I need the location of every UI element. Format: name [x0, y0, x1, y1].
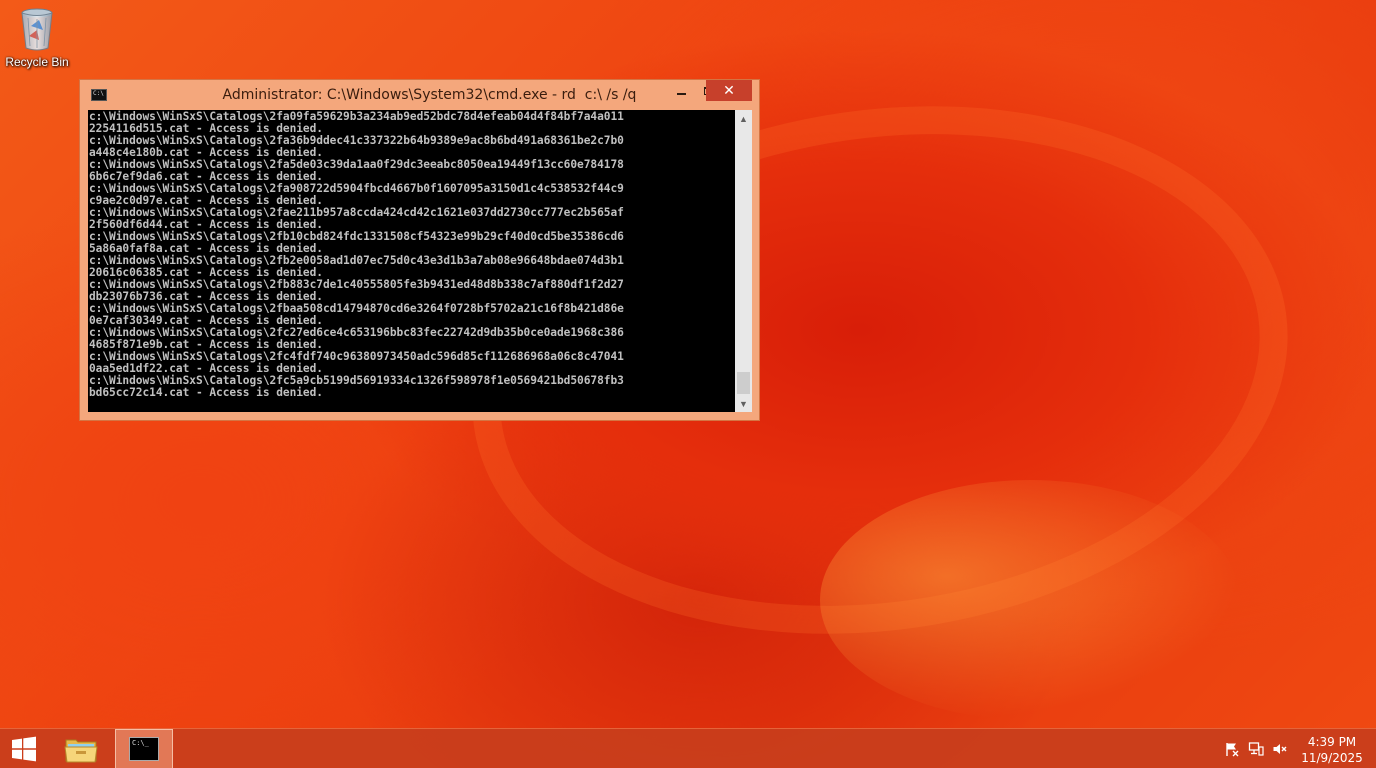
- scroll-thumb[interactable]: [737, 372, 750, 394]
- command-prompt-icon: C:\_: [129, 737, 159, 761]
- vertical-scrollbar[interactable]: ▲ ▼: [735, 110, 752, 412]
- taskbar: C:\_ 4:39 PM 11/9/2025: [0, 728, 1376, 768]
- taskbar-file-explorer[interactable]: [52, 729, 110, 768]
- clock-date: 11/9/2025: [1301, 751, 1363, 765]
- close-icon: ✕: [723, 82, 735, 98]
- console-output[interactable]: c:\Windows\WinSxS\Catalogs\2fa09fa59629b…: [88, 110, 735, 412]
- scroll-up-arrow-icon[interactable]: ▲: [735, 110, 752, 127]
- cmd-window[interactable]: C:\ Administrator: C:\Windows\System32\c…: [79, 79, 760, 421]
- desktop-icon-recycle-bin[interactable]: Recycle Bin: [4, 6, 70, 76]
- speaker-muted-icon[interactable]: [1271, 741, 1289, 757]
- wallpaper-highlight: [820, 480, 1240, 720]
- windows-logo-icon: [12, 736, 36, 762]
- system-clock[interactable]: 4:39 PM 11/9/2025: [1296, 734, 1368, 766]
- window-title: Administrator: C:\Windows\System32\cmd.e…: [222, 87, 637, 103]
- window-titlebar[interactable]: C:\ Administrator: C:\Windows\System32\c…: [80, 80, 759, 110]
- close-button[interactable]: ✕: [706, 80, 752, 101]
- desktop-icon-label: Recycle Bin: [5, 55, 69, 69]
- console-line: bd65cc72c14.cat - Access is denied.: [89, 386, 323, 399]
- folder-icon: [64, 739, 98, 763]
- network-icon[interactable]: [1247, 741, 1265, 757]
- clock-time: 4:39 PM: [1307, 735, 1357, 749]
- minimize-icon: [677, 92, 686, 95]
- minimize-button[interactable]: [668, 80, 695, 101]
- console-text: c:\Windows\WinSxS\Catalogs\2fa09fa59629b…: [89, 111, 734, 399]
- recycle-bin-icon: [19, 6, 55, 52]
- start-button[interactable]: [0, 729, 48, 768]
- taskbar-command-prompt[interactable]: C:\_: [115, 729, 173, 768]
- action-center-flag-icon[interactable]: [1223, 741, 1241, 757]
- scroll-down-arrow-icon[interactable]: ▼: [735, 395, 752, 412]
